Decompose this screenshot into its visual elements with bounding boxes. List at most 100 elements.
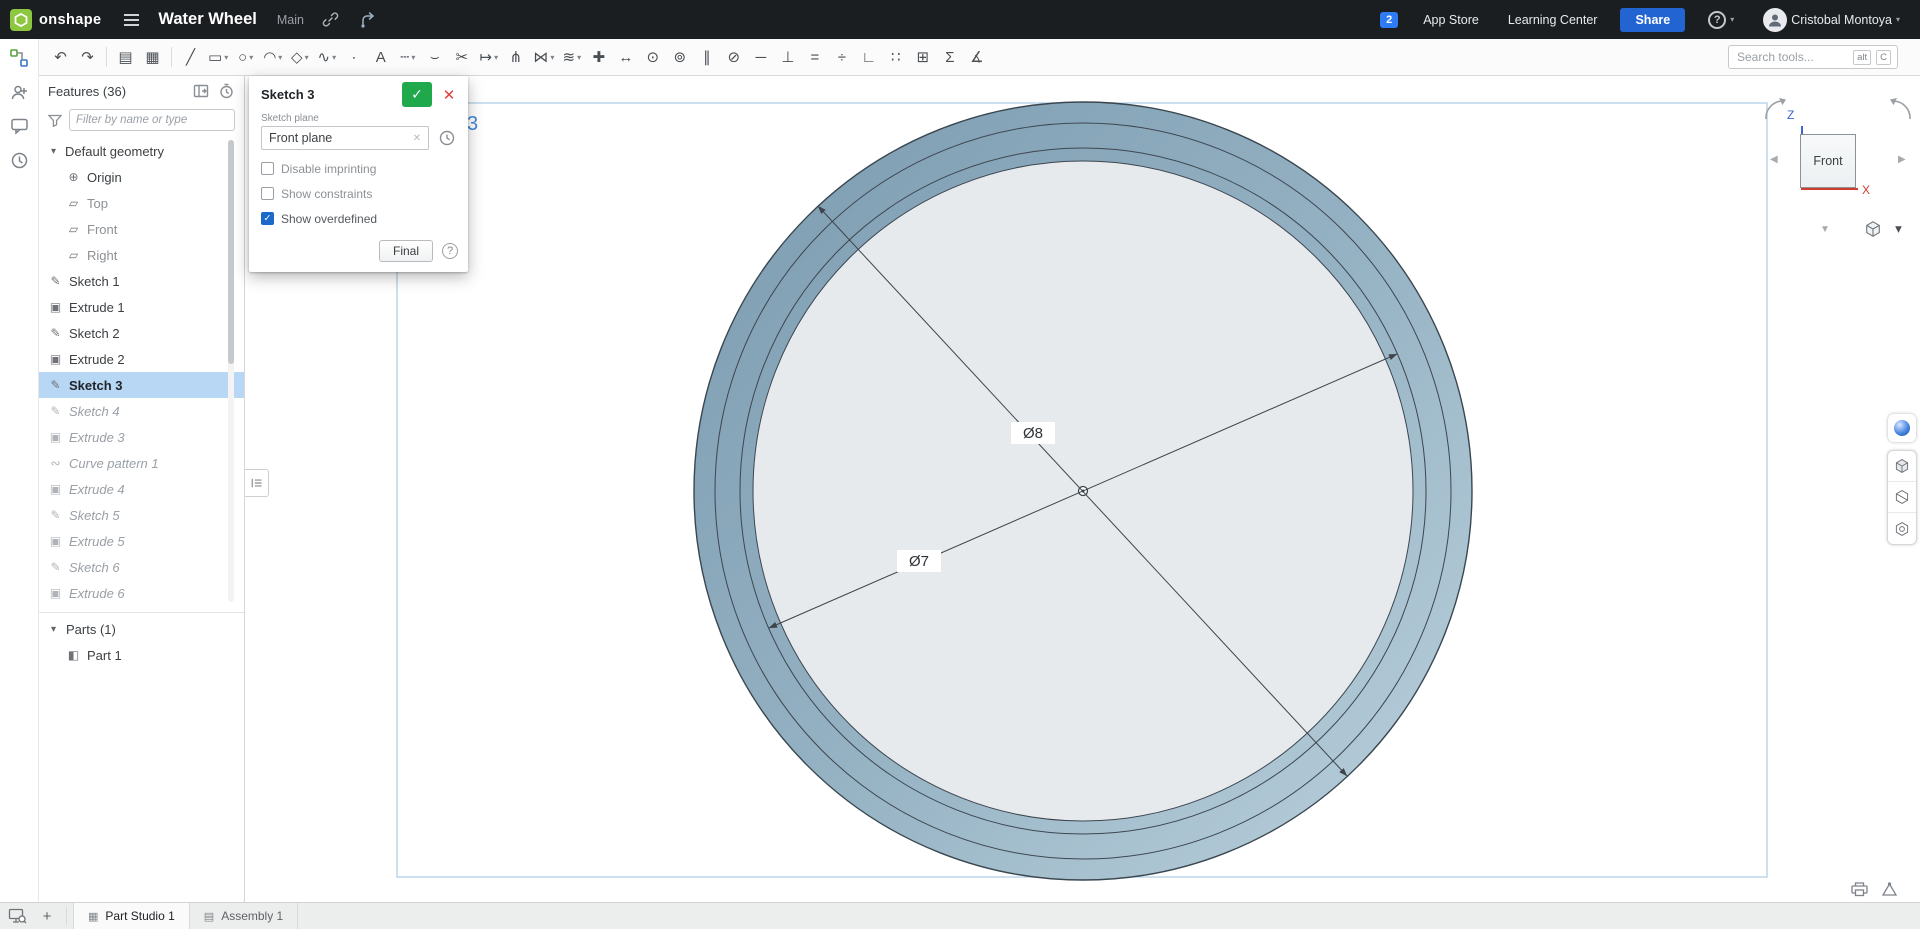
- feature-sketch-3[interactable]: ✎Sketch 3: [39, 372, 244, 398]
- sketch-plane-field[interactable]: Front plane ✕: [261, 126, 429, 150]
- rotate-cw-icon[interactable]: [1884, 96, 1914, 122]
- tool-coincident-button[interactable]: ⊙: [639, 43, 666, 71]
- section-view-icon[interactable]: [1888, 482, 1916, 513]
- tool-arc-button[interactable]: ◠▾: [259, 43, 286, 71]
- feature-extrude-6[interactable]: ▣Extrude 6: [39, 580, 244, 606]
- open-panel-icon[interactable]: [192, 83, 210, 99]
- branch-workspace-icon[interactable]: [357, 9, 379, 30]
- learning-center-link[interactable]: Learning Center: [1502, 12, 1604, 28]
- feature-tree-scrollbar[interactable]: [228, 140, 234, 602]
- parts-header[interactable]: ▾ Parts (1): [39, 616, 244, 642]
- help-menu-button[interactable]: ? ▾: [1702, 10, 1740, 30]
- versions-history-icon[interactable]: [6, 47, 32, 69]
- comments-icon[interactable]: [6, 115, 32, 137]
- collapse-caret-icon[interactable]: ▾: [48, 624, 59, 635]
- tool-undo-button[interactable]: ↶: [47, 43, 74, 71]
- shaded-view-button[interactable]: [1888, 414, 1916, 442]
- insert-new-tab-button[interactable]: +: [34, 903, 60, 929]
- checkbox-unchecked-icon[interactable]: [261, 187, 274, 200]
- feature-sketch-6[interactable]: ✎Sketch 6: [39, 554, 244, 580]
- graphics-viewport[interactable]: 3 Ø8 Ø7: [245, 76, 1920, 902]
- tool-dimension-button[interactable]: ↔: [612, 43, 639, 71]
- accept-button[interactable]: ✓: [402, 82, 432, 107]
- sketch-scene[interactable]: 3 Ø8 Ø7: [245, 76, 1920, 902]
- rotate-down-arrow[interactable]: ▼: [1820, 224, 1830, 235]
- feature-default-geometry[interactable]: ▾Default geometry: [39, 138, 244, 164]
- display-modes-icon[interactable]: [1888, 451, 1916, 482]
- clear-selection-icon[interactable]: ✕: [413, 133, 421, 144]
- scale-indicator-icon[interactable]: [1881, 881, 1898, 897]
- feature-right[interactable]: ▱Right: [39, 242, 244, 268]
- dialog-help-icon[interactable]: ?: [442, 243, 458, 259]
- tool-point-button[interactable]: ∙: [340, 43, 367, 71]
- tab-part-studio-1[interactable]: ▦Part Studio 1: [73, 903, 190, 929]
- final-button[interactable]: Final: [379, 240, 433, 262]
- tree-options-flyout-button[interactable]: [245, 469, 269, 497]
- feature-filter-input[interactable]: [69, 109, 235, 131]
- feature-curve-pattern-1[interactable]: ∾Curve pattern 1: [39, 450, 244, 476]
- tool-rectangle-button[interactable]: ▭▾: [204, 43, 232, 71]
- snapshot-icon[interactable]: [1850, 881, 1869, 897]
- rollback-history-icon[interactable]: [218, 82, 235, 100]
- share-button[interactable]: Share: [1620, 8, 1685, 32]
- search-tools-input[interactable]: [1735, 49, 1848, 65]
- tool-concentric-button[interactable]: ⊚: [666, 43, 693, 71]
- tool-trim-button[interactable]: ✂: [448, 43, 475, 71]
- dimension-d7-label[interactable]: Ø7: [909, 553, 929, 570]
- feature-sketch-4[interactable]: ✎Sketch 4: [39, 398, 244, 424]
- tool-pattern-button[interactable]: ⊞: [909, 43, 936, 71]
- notifications-button[interactable]: 2: [1378, 10, 1400, 30]
- main-menu-button[interactable]: [118, 7, 144, 33]
- feature-extrude-2[interactable]: ▣Extrude 2: [39, 346, 244, 372]
- history-clock-icon[interactable]: [6, 149, 32, 171]
- view-controls-icon[interactable]: [0, 903, 34, 929]
- tool-midpoint-button[interactable]: ÷: [828, 43, 855, 71]
- tool-insert-image-button[interactable]: ▦: [139, 43, 166, 71]
- workspace-name[interactable]: Main: [277, 13, 304, 27]
- rotate-left-arrow[interactable]: ◀: [1770, 154, 1778, 165]
- tool-tangent-button[interactable]: ⊘: [720, 43, 747, 71]
- cancel-button[interactable]: ✕: [438, 86, 460, 104]
- tool-sum-button[interactable]: Σ: [936, 43, 963, 71]
- tool-fillet-button[interactable]: ⌣: [421, 43, 448, 71]
- tool-mirror-button[interactable]: ⋈▾: [529, 43, 558, 71]
- tool-normal-button[interactable]: ∟: [855, 43, 882, 71]
- tool-split-button[interactable]: ⋔: [502, 43, 529, 71]
- feature-origin[interactable]: ⊕Origin: [39, 164, 244, 190]
- tool-circle-button[interactable]: ○▾: [232, 43, 259, 71]
- collapse-caret-icon[interactable]: ▾: [48, 146, 59, 157]
- tool-slot-button[interactable]: ◇▾: [286, 43, 313, 71]
- feature-extrude-3[interactable]: ▣Extrude 3: [39, 424, 244, 450]
- tool-parallel-button[interactable]: ∥: [693, 43, 720, 71]
- feature-top[interactable]: ▱Top: [39, 190, 244, 216]
- follow-mode-icon[interactable]: [6, 81, 32, 103]
- tool-horizontal-button[interactable]: ─: [747, 43, 774, 71]
- tool-redo-button[interactable]: ↷: [74, 43, 101, 71]
- view-cube[interactable]: ◀ ▶ ▼ Z Front X ▾: [1758, 84, 1920, 259]
- view-menu-button[interactable]: ▾: [1858, 214, 1918, 244]
- tool-equal-button[interactable]: =: [801, 43, 828, 71]
- feature-extrude-5[interactable]: ▣Extrude 5: [39, 528, 244, 554]
- user-menu-button[interactable]: Cristobal Montoya ▾: [1757, 7, 1906, 33]
- feature-sketch-5[interactable]: ✎Sketch 5: [39, 502, 244, 528]
- onshape-logo-icon[interactable]: [10, 9, 32, 31]
- tool-perpendicular-button[interactable]: ⊥: [774, 43, 801, 71]
- feature-extrude-4[interactable]: ▣Extrude 4: [39, 476, 244, 502]
- search-tools[interactable]: alt C: [1728, 45, 1898, 69]
- checkbox-unchecked-icon[interactable]: [261, 162, 274, 175]
- tool-transform-button[interactable]: ✚: [585, 43, 612, 71]
- checkbox-disable-imprinting[interactable]: Disable imprinting: [261, 156, 456, 181]
- named-views-icon[interactable]: [1888, 513, 1916, 544]
- feature-part-1[interactable]: ◧Part 1: [39, 642, 244, 668]
- parameter-history-icon[interactable]: [438, 129, 456, 147]
- tool-construction-button[interactable]: ┄▾: [394, 43, 421, 71]
- tool-measure-button[interactable]: ∡: [963, 43, 990, 71]
- copy-link-icon[interactable]: [320, 9, 341, 30]
- tool-extend-button[interactable]: ↦▾: [475, 43, 502, 71]
- tool-symmetry-button[interactable]: ∷: [882, 43, 909, 71]
- view-cube-front-face[interactable]: Front: [1800, 134, 1856, 188]
- tool-offset-button[interactable]: ≋▾: [558, 43, 585, 71]
- tool-paste-sketch-button[interactable]: ▤: [112, 43, 139, 71]
- checkbox-checked-icon[interactable]: ✓: [261, 212, 274, 225]
- tool-spline-button[interactable]: ∿▾: [313, 43, 340, 71]
